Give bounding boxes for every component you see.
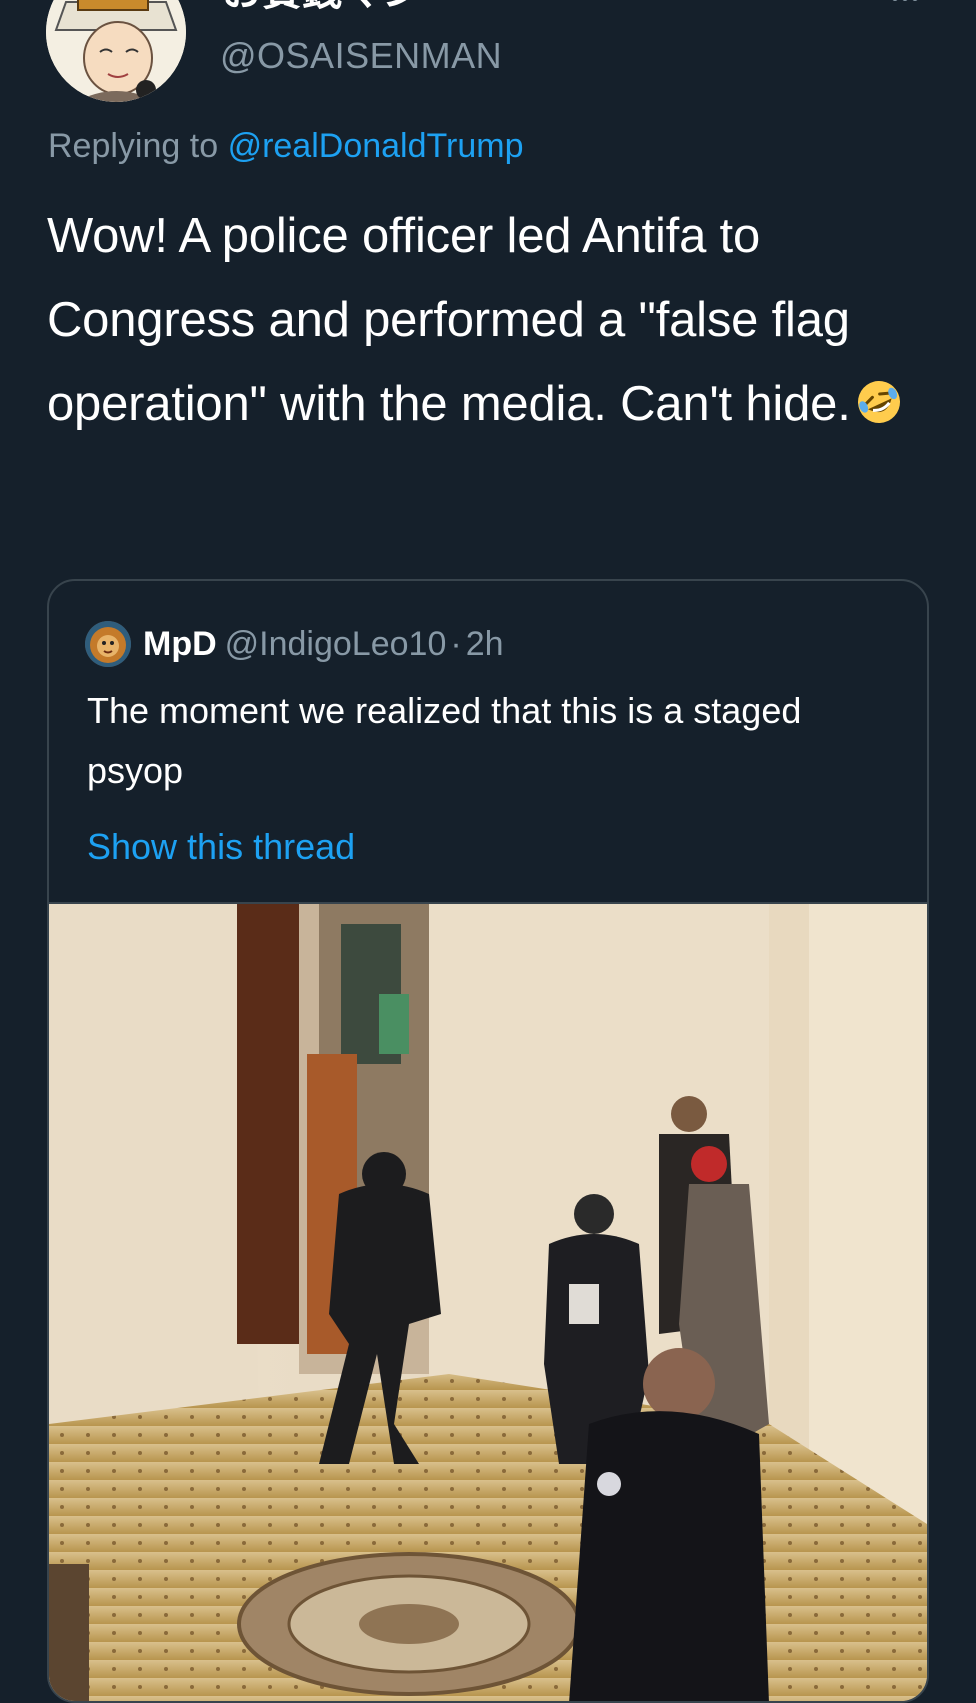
quoted-tweet-timestamp[interactable]: 2h	[466, 625, 504, 663]
avatar-illustration	[46, 0, 186, 102]
video-frame-image	[49, 904, 927, 1701]
quoted-author-name[interactable]: MpD	[143, 625, 217, 663]
replying-to-label: Replying to	[48, 127, 219, 165]
tweet-text-content: Wow! A police officer led Antifa to Cong…	[47, 209, 851, 431]
rolling-on-floor-laughing-emoji-icon	[857, 381, 900, 423]
quoted-tweet-text: The moment we realized that this is a st…	[87, 690, 802, 791]
tweet-text: Wow! A police officer led Antifa to Cong…	[47, 194, 927, 446]
quoted-tweet-header: MpD @IndigoLeo10 · 2h	[143, 621, 504, 667]
author-handle[interactable]: @OSAISENMAN	[220, 34, 502, 78]
author-avatar[interactable]	[46, 0, 186, 102]
video-thumbnail[interactable]	[49, 902, 927, 1701]
reply-to-mention-link[interactable]: @realDonaldTrump	[228, 127, 524, 165]
quoted-author-handle[interactable]: @IndigoLeo10	[225, 625, 447, 663]
separator-dot: ·	[450, 625, 462, 663]
more-options-icon[interactable]	[890, 0, 920, 8]
quoted-tweet-card[interactable]: MpD @IndigoLeo10 · 2h The moment we realize…	[47, 579, 929, 1703]
lion-avatar-icon	[85, 621, 131, 667]
author-display-name[interactable]: お賽銭マン	[222, 0, 422, 14]
quoted-author-avatar[interactable]	[85, 621, 131, 667]
show-thread-link[interactable]: Show this thread	[87, 821, 355, 873]
replying-to-line: Replying to @realDonaldTrump	[48, 124, 524, 168]
